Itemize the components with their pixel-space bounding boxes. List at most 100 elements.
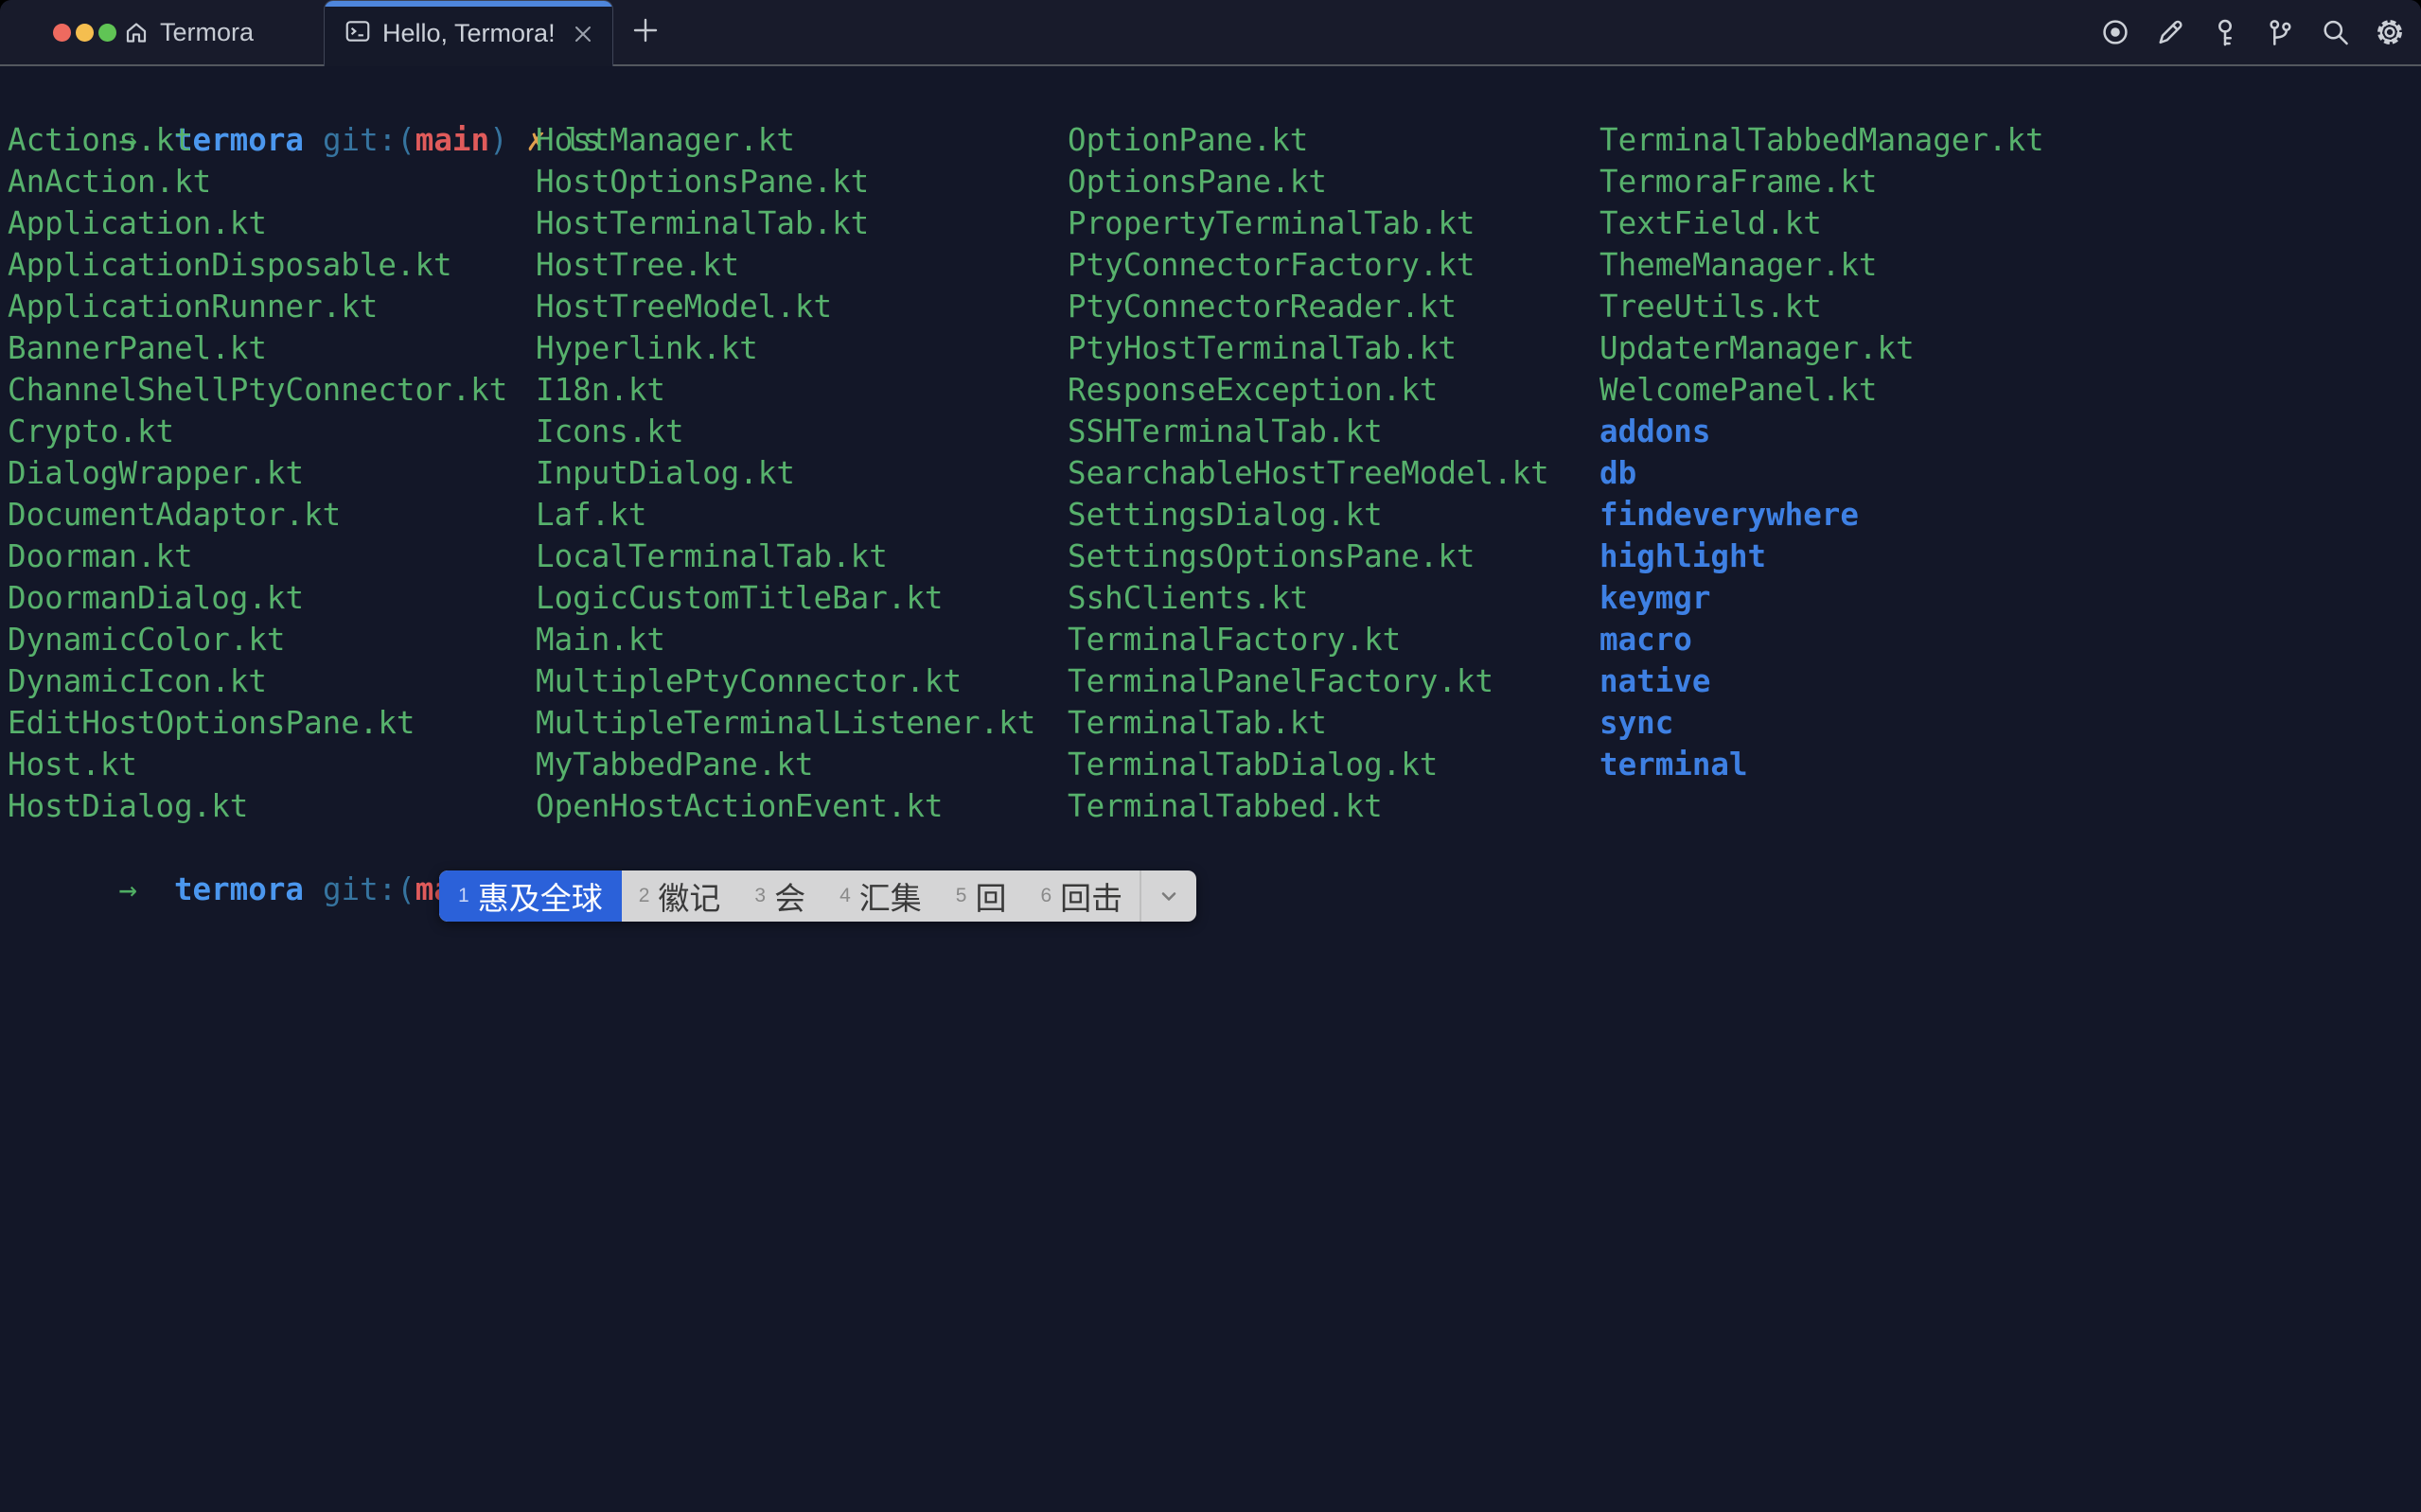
- ls-entry: TermoraFrame.kt: [1599, 161, 2044, 202]
- candidate-text: 会: [774, 873, 805, 919]
- prompt-cwd: termora: [174, 871, 304, 907]
- home-icon: [123, 19, 150, 45]
- chevron-down-icon[interactable]: [1141, 870, 1196, 922]
- ls-entry: native: [1599, 660, 2044, 702]
- ls-entry: HostTreeModel.kt: [536, 286, 1035, 327]
- ls-entry: TerminalFactory.kt: [1068, 619, 1549, 660]
- key-icon[interactable]: [2209, 16, 2241, 48]
- ls-entry: terminal: [1599, 744, 2044, 785]
- ls-entry: keymgr: [1599, 577, 2044, 619]
- ls-entry: HostTree.kt: [536, 244, 1035, 286]
- ls-entry: findeverywhere: [1599, 494, 2044, 536]
- ls-entry: PtyConnectorFactory.kt: [1068, 244, 1549, 286]
- ls-entry: DocumentAdaptor.kt: [8, 494, 507, 536]
- traffic-lights: [53, 0, 116, 64]
- ls-entry: HostDialog.kt: [8, 785, 507, 827]
- ls-entry: addons: [1599, 411, 2044, 452]
- ls-entry: SettingsOptionsPane.kt: [1068, 536, 1549, 577]
- zoom-window-button[interactable]: [98, 24, 116, 42]
- ime-candidate[interactable]: 3会: [737, 870, 822, 922]
- record-icon[interactable]: [2099, 16, 2131, 48]
- settings-gear-icon[interactable]: [2374, 16, 2406, 48]
- ls-entry: Crypto.kt: [8, 411, 507, 452]
- ls-entry: LogicCustomTitleBar.kt: [536, 577, 1035, 619]
- terminal-icon: [344, 17, 372, 50]
- minimize-window-button[interactable]: [76, 24, 94, 42]
- candidate-text: 徽记: [658, 873, 720, 919]
- tab-home[interactable]: Termora: [123, 0, 254, 64]
- ls-entry: ThemeManager.kt: [1599, 244, 2044, 286]
- ls-entry: MultipleTerminalListener.kt: [536, 702, 1035, 744]
- ls-entry: WelcomePanel.kt: [1599, 369, 2044, 411]
- ls-entry: Doorman.kt: [8, 536, 507, 577]
- ime-candidate[interactable]: 2徽记: [622, 870, 738, 922]
- ls-column-4: TerminalTabbedManager.ktTermoraFrame.ktT…: [1599, 119, 2044, 785]
- ls-entry: UpdaterManager.kt: [1599, 327, 2044, 369]
- candidate-text: 回击: [1060, 873, 1122, 919]
- ls-entry: I18n.kt: [536, 369, 1035, 411]
- ls-entry: TerminalTab.kt: [1068, 702, 1549, 744]
- ls-entry: SshClients.kt: [1068, 577, 1549, 619]
- ls-entry: InputDialog.kt: [536, 452, 1035, 494]
- ls-entry: Main.kt: [536, 619, 1035, 660]
- prompt-arrow: →: [118, 871, 137, 907]
- ls-entry: DoormanDialog.kt: [8, 577, 507, 619]
- ls-entry: ApplicationDisposable.kt: [8, 244, 507, 286]
- ime-candidate[interactable]: 5回: [939, 870, 1024, 922]
- ls-entry: ChannelShellPtyConnector.kt: [8, 369, 507, 411]
- candidate-index: 4: [839, 885, 851, 907]
- candidate-index: 5: [956, 885, 967, 907]
- ls-entry: TreeUtils.kt: [1599, 286, 2044, 327]
- ls-entry: Actions.kt: [8, 119, 507, 161]
- ls-entry: SSHTerminalTab.kt: [1068, 411, 1549, 452]
- ls-entry: HostOptionsPane.kt: [536, 161, 1035, 202]
- ls-entry: AnAction.kt: [8, 161, 507, 202]
- ime-candidate[interactable]: 1 惠及全球: [439, 870, 622, 922]
- prompt-line-2: →termoragit:(main)✗中文之美hui ji quan qiu: [8, 827, 973, 869]
- ls-entry: HostManager.kt: [536, 119, 1035, 161]
- ls-entry: DialogWrapper.kt: [8, 452, 507, 494]
- terminal-screen[interactable]: →termoragit:(main)✗ls Actions.ktAnAction…: [0, 66, 2421, 1512]
- branch-icon[interactable]: [2264, 16, 2296, 48]
- ime-candidate[interactable]: 4汇集: [822, 870, 939, 922]
- ls-entry: SearchableHostTreeModel.kt: [1068, 452, 1549, 494]
- toolbar: [2099, 0, 2406, 64]
- plus-icon: [631, 16, 660, 49]
- ls-entry: EditHostOptionsPane.kt: [8, 702, 507, 744]
- ime-candidate[interactable]: 6 回击: [1023, 870, 1140, 922]
- candidate-index: 3: [754, 885, 766, 907]
- ls-entry: PropertyTerminalTab.kt: [1068, 202, 1549, 244]
- ls-entry: sync: [1599, 702, 2044, 744]
- edit-icon[interactable]: [2154, 16, 2186, 48]
- candidate-text: 惠及全球: [478, 873, 603, 919]
- new-tab-button[interactable]: [627, 13, 664, 51]
- app-window: Termora Hello, Termora!: [0, 0, 2421, 1512]
- ls-entry: HostTerminalTab.kt: [536, 202, 1035, 244]
- close-tab-icon[interactable]: [569, 20, 597, 48]
- ls-entry: db: [1599, 452, 2044, 494]
- ls-entry: MultiplePtyConnector.kt: [536, 660, 1035, 702]
- tab-label: Hello, Termora!: [382, 19, 558, 48]
- close-window-button[interactable]: [53, 24, 71, 42]
- ls-column-1: Actions.ktAnAction.ktApplication.ktAppli…: [8, 119, 507, 827]
- tab-terminal-active[interactable]: Hello, Termora!: [324, 0, 613, 66]
- ls-entry: TerminalPanelFactory.kt: [1068, 660, 1549, 702]
- candidate-index: 1: [458, 885, 469, 907]
- search-icon[interactable]: [2319, 16, 2351, 48]
- ls-entry: Laf.kt: [536, 494, 1035, 536]
- candidate-text: 回: [975, 873, 1006, 919]
- ls-entry: TerminalTabDialog.kt: [1068, 744, 1549, 785]
- candidate-index: 6: [1040, 885, 1051, 907]
- ls-entry: LocalTerminalTab.kt: [536, 536, 1035, 577]
- ls-entry: Hyperlink.kt: [536, 327, 1035, 369]
- ls-entry: PtyHostTerminalTab.kt: [1068, 327, 1549, 369]
- ls-entry: highlight: [1599, 536, 2044, 577]
- ls-entry: macro: [1599, 619, 2044, 660]
- ls-entry: OptionsPane.kt: [1068, 161, 1549, 202]
- prompt-git-open: git:(: [323, 871, 415, 907]
- ls-entry: Host.kt: [8, 744, 507, 785]
- prompt-line-1: →termoragit:(main)✗ls: [8, 78, 601, 119]
- home-tab-label: Termora: [160, 18, 254, 47]
- title-bar: Termora Hello, Termora!: [0, 0, 2421, 66]
- ls-entry: OptionPane.kt: [1068, 119, 1549, 161]
